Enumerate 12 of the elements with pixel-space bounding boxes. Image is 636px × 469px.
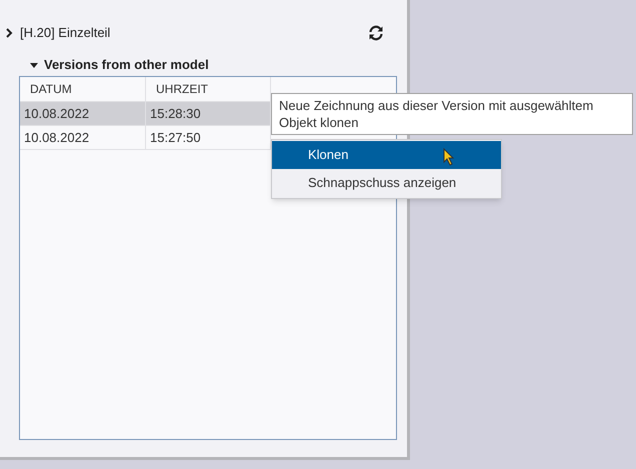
tree-item-label[interactable]: [H.20] Einzelteil <box>20 23 110 43</box>
menu-item[interactable]: Schnappschuss anzeigen <box>272 169 501 197</box>
column-header[interactable]: DATUM <box>20 77 146 101</box>
section-title[interactable]: Versions from other model <box>44 55 209 75</box>
table-cell: 10.08.2022 <box>20 126 146 149</box>
chevron-icon[interactable] <box>4 28 14 38</box>
table-cell: 10.08.2022 <box>20 102 146 125</box>
menu-item[interactable]: Klonen <box>272 141 501 169</box>
mouse-cursor-icon <box>443 148 455 166</box>
tooltip: Neue Zeichnung aus dieser Version mit ausgewähltem Objekt klonen <box>271 93 633 135</box>
refresh-icon[interactable] <box>367 24 385 42</box>
triangle-icon[interactable] <box>30 61 38 69</box>
